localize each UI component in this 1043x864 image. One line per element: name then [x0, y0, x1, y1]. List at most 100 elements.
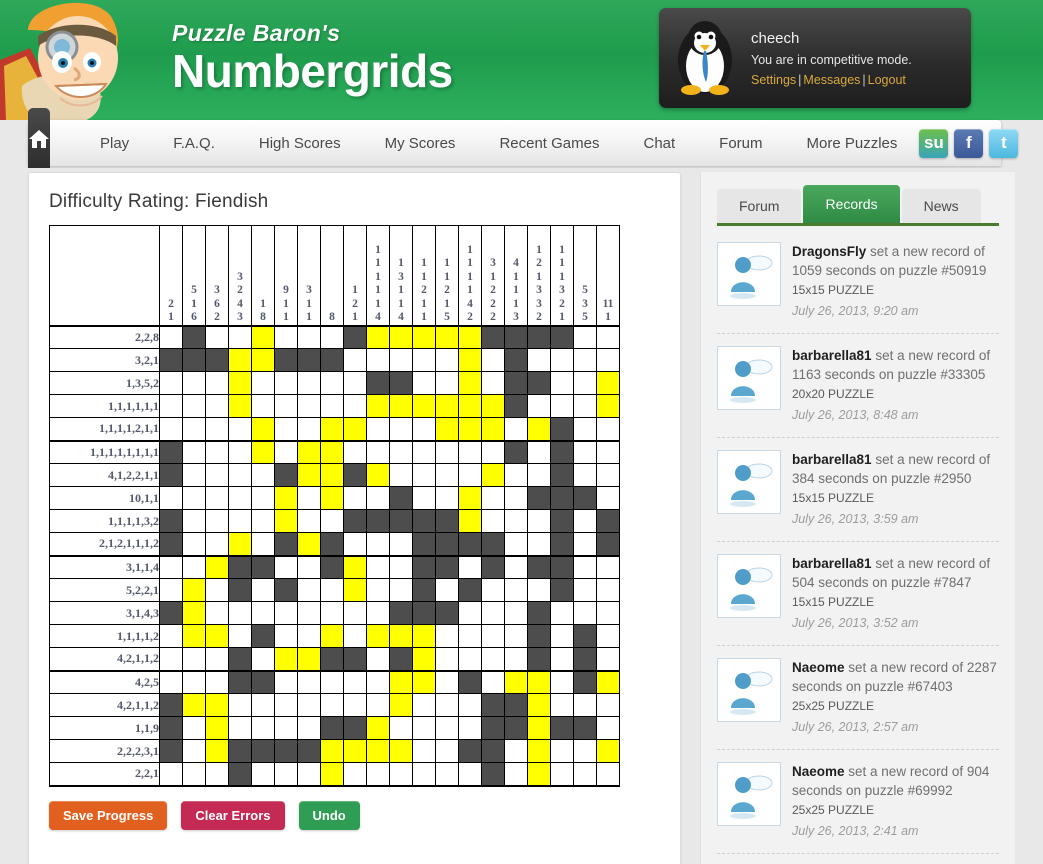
grid-cell-r17-c16[interactable]	[504, 693, 528, 717]
grid-cell-r10-c9[interactable]	[343, 532, 367, 557]
grid-cell-r1-c6[interactable]	[274, 324, 298, 349]
grid-cell-r13-c2[interactable]	[182, 601, 206, 625]
grid-cell-r4-c5[interactable]	[251, 394, 275, 418]
grid-cell-r17-c17[interactable]	[527, 693, 551, 717]
grid-cell-r15-c5[interactable]	[251, 647, 275, 672]
grid-cell-r18-c16[interactable]	[504, 716, 528, 740]
grid-cell-r5-c5[interactable]	[251, 417, 275, 442]
grid-cell-r12-c7[interactable]	[297, 578, 321, 602]
grid-cell-r9-c12[interactable]	[412, 509, 436, 533]
grid-cell-r16-c18[interactable]	[550, 670, 574, 694]
grid-cell-r16-c13[interactable]	[435, 670, 459, 694]
grid-cell-r11-c5[interactable]	[251, 555, 275, 579]
grid-cell-r20-c3[interactable]	[205, 762, 229, 787]
grid-cell-r15-c8[interactable]	[320, 647, 344, 672]
grid-cell-r7-c1[interactable]	[159, 463, 183, 487]
grid-cell-r9-c10[interactable]	[366, 509, 390, 533]
grid-cell-r5-c9[interactable]	[343, 417, 367, 442]
grid-cell-r1-c8[interactable]	[320, 324, 344, 349]
grid-cell-r2-c7[interactable]	[297, 348, 321, 372]
grid-cell-r2-c2[interactable]	[182, 348, 206, 372]
grid-cell-r1-c18[interactable]	[550, 324, 574, 349]
grid-cell-r18-c7[interactable]	[297, 716, 321, 740]
grid-cell-r13-c8[interactable]	[320, 601, 344, 625]
grid-cell-r7-c14[interactable]	[458, 463, 482, 487]
grid-cell-r16-c12[interactable]	[412, 670, 436, 694]
grid-cell-r1-c17[interactable]	[527, 324, 551, 349]
clear-errors-button[interactable]: Clear Errors	[181, 800, 285, 830]
settings-link[interactable]: Settings	[751, 73, 796, 87]
grid-cell-r10-c15[interactable]	[481, 532, 505, 557]
grid-cell-r6-c15[interactable]	[481, 440, 505, 464]
grid-cell-r16-c3[interactable]	[205, 670, 229, 694]
grid-cell-r15-c7[interactable]	[297, 647, 321, 672]
nav-item-forum[interactable]: Forum	[697, 135, 784, 152]
grid-cell-r3-c17[interactable]	[527, 371, 551, 395]
grid-cell-r14-c12[interactable]	[412, 624, 436, 648]
grid-cell-r9-c13[interactable]	[435, 509, 459, 533]
grid-cell-r11-c20[interactable]	[596, 555, 620, 579]
grid-cell-r9-c18[interactable]	[550, 509, 574, 533]
grid-cell-r2-c20[interactable]	[596, 348, 620, 372]
grid-cell-r2-c6[interactable]	[274, 348, 298, 372]
grid-cell-r7-c16[interactable]	[504, 463, 528, 487]
grid-cell-r12-c8[interactable]	[320, 578, 344, 602]
grid-cell-r13-c16[interactable]	[504, 601, 528, 625]
grid-cell-r2-c1[interactable]	[159, 348, 183, 372]
grid-cell-r18-c12[interactable]	[412, 716, 436, 740]
grid-cell-r18-c11[interactable]	[389, 716, 413, 740]
grid-cell-r16-c17[interactable]	[527, 670, 551, 694]
grid-cell-r3-c15[interactable]	[481, 371, 505, 395]
grid-cell-r10-c3[interactable]	[205, 532, 229, 557]
grid-cell-r1-c9[interactable]	[343, 324, 367, 349]
grid-cell-r9-c5[interactable]	[251, 509, 275, 533]
grid-cell-r13-c3[interactable]	[205, 601, 229, 625]
grid-cell-r19-c17[interactable]	[527, 739, 551, 763]
grid-cell-r6-c18[interactable]	[550, 440, 574, 464]
grid-cell-r3-c13[interactable]	[435, 371, 459, 395]
grid-cell-r14-c2[interactable]	[182, 624, 206, 648]
grid-cell-r13-c7[interactable]	[297, 601, 321, 625]
grid-cell-r15-c1[interactable]	[159, 647, 183, 672]
grid-cell-r8-c20[interactable]	[596, 486, 620, 510]
grid-cell-r8-c4[interactable]	[228, 486, 252, 510]
grid-cell-r10-c5[interactable]	[251, 532, 275, 557]
grid-cell-r5-c16[interactable]	[504, 417, 528, 442]
grid-cell-r6-c2[interactable]	[182, 440, 206, 464]
grid-cell-r10-c7[interactable]	[297, 532, 321, 557]
grid-cell-r2-c16[interactable]	[504, 348, 528, 372]
grid-cell-r6-c3[interactable]	[205, 440, 229, 464]
grid-cell-r16-c10[interactable]	[366, 670, 390, 694]
nav-item-chat[interactable]: Chat	[621, 135, 697, 152]
grid-cell-r10-c17[interactable]	[527, 532, 551, 557]
grid-cell-r13-c19[interactable]	[573, 601, 597, 625]
grid-cell-r9-c3[interactable]	[205, 509, 229, 533]
grid-cell-r12-c5[interactable]	[251, 578, 275, 602]
grid-cell-r4-c15[interactable]	[481, 394, 505, 418]
grid-cell-r14-c1[interactable]	[159, 624, 183, 648]
grid-cell-r3-c8[interactable]	[320, 371, 344, 395]
grid-cell-r5-c14[interactable]	[458, 417, 482, 442]
grid-cell-r16-c5[interactable]	[251, 670, 275, 694]
grid-cell-r4-c20[interactable]	[596, 394, 620, 418]
grid-cell-r5-c20[interactable]	[596, 417, 620, 442]
grid-cell-r4-c9[interactable]	[343, 394, 367, 418]
grid-cell-r1-c14[interactable]	[458, 324, 482, 349]
grid-cell-r20-c17[interactable]	[527, 762, 551, 787]
tab-news[interactable]: News	[901, 189, 981, 223]
grid-cell-r11-c9[interactable]	[343, 555, 367, 579]
grid-cell-r3-c6[interactable]	[274, 371, 298, 395]
grid-cell-r2-c13[interactable]	[435, 348, 459, 372]
grid-cell-r16-c4[interactable]	[228, 670, 252, 694]
grid-cell-r8-c12[interactable]	[412, 486, 436, 510]
grid-cell-r11-c8[interactable]	[320, 555, 344, 579]
grid-cell-r3-c11[interactable]	[389, 371, 413, 395]
grid-cell-r14-c8[interactable]	[320, 624, 344, 648]
grid-cell-r2-c5[interactable]	[251, 348, 275, 372]
grid-cell-r7-c9[interactable]	[343, 463, 367, 487]
grid-cell-r10-c11[interactable]	[389, 532, 413, 557]
grid-cell-r4-c1[interactable]	[159, 394, 183, 418]
grid-cell-r1-c1[interactable]	[159, 324, 183, 349]
grid-cell-r20-c16[interactable]	[504, 762, 528, 787]
grid-cell-r20-c11[interactable]	[389, 762, 413, 787]
